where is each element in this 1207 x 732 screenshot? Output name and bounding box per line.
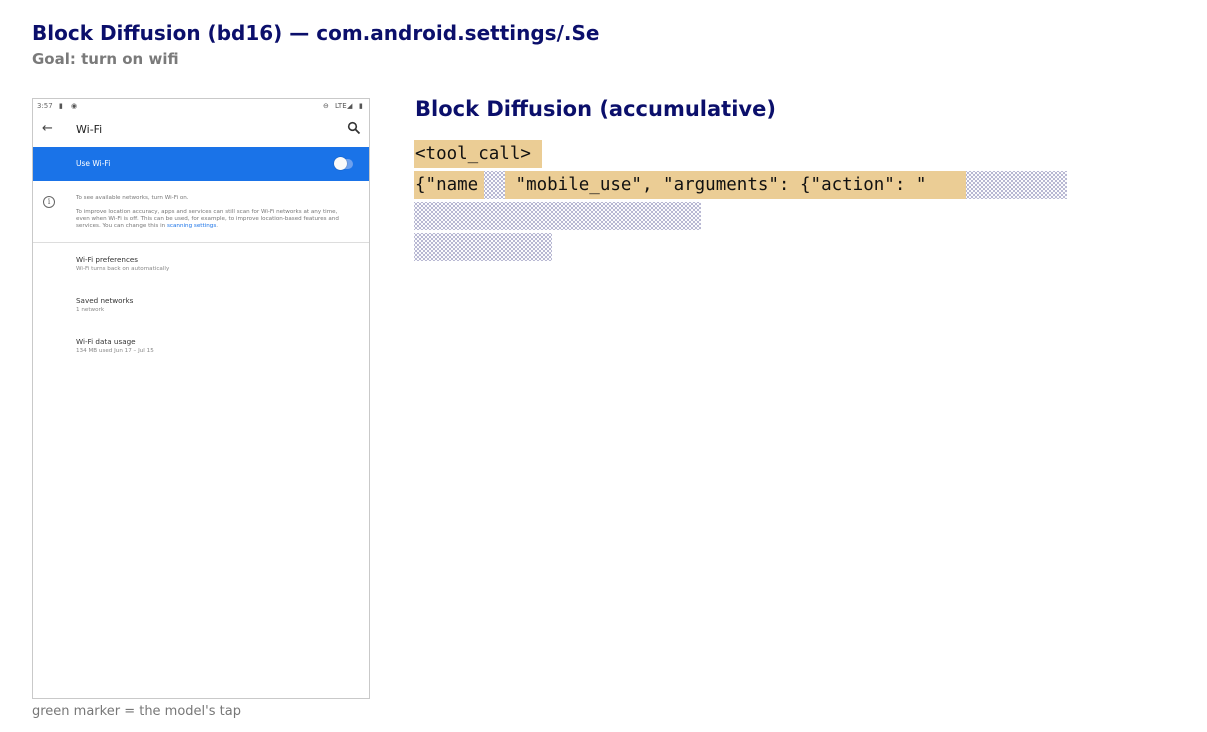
masked-token — [414, 202, 701, 230]
footnote: green marker = the model's tap — [32, 704, 241, 719]
data-saver-icon: ◉ — [71, 102, 78, 110]
use-wifi-label: Use Wi-Fi — [76, 159, 111, 168]
info-line-1: To see available networks, turn Wi-Fi on… — [76, 195, 189, 201]
list-item-title: Wi-Fi preferences — [76, 255, 139, 264]
wifi-info-section: i To see available networks, turn Wi-Fi … — [33, 181, 369, 243]
info-text-end: . — [216, 223, 219, 229]
wifi-toggle[interactable] — [334, 157, 347, 170]
use-wifi-row[interactable]: Use Wi-Fi — [33, 147, 369, 181]
phone-screenshot: 3:57 ▮ ◉ ⊖ LTE ◢ ▮ ← Wi-Fi Use Wi-Fi i T… — [32, 98, 370, 699]
panel-title: Block Diffusion (accumulative) — [415, 97, 776, 121]
token-mobile-use-args: "mobile_use", "arguments": {"action": " — [505, 171, 966, 199]
list-item-title: Wi-Fi data usage — [76, 337, 136, 346]
masked-token — [966, 171, 1067, 199]
back-arrow-icon[interactable]: ← — [42, 121, 53, 136]
status-time: 3:57 — [37, 102, 53, 110]
sd-card-icon: ▮ — [59, 102, 63, 110]
token-name: {"name — [414, 171, 484, 199]
token-tool-call: <tool_call> — [414, 140, 542, 168]
signal-icon: ◢ — [347, 102, 353, 110]
masked-token — [484, 171, 505, 199]
battery-icon: ▮ — [359, 102, 363, 110]
app-bar: ← Wi-Fi — [33, 113, 369, 147]
list-item-subtitle: 134 MB used Jun 17 – Jul 15 — [76, 348, 154, 354]
app-bar-title: Wi-Fi — [76, 123, 103, 136]
list-item-subtitle: Wi-Fi turns back on automatically — [76, 266, 170, 272]
list-item-subtitle: 1 network — [76, 307, 105, 313]
goal-text: Goal: turn on wifi — [32, 50, 179, 68]
info-line-2: To improve location accuracy, apps and s… — [76, 209, 351, 230]
list-item-title: Saved networks — [76, 296, 134, 305]
list-item-saved-networks[interactable]: Saved networks 1 network — [76, 296, 356, 313]
status-bar: 3:57 ▮ ◉ ⊖ LTE ◢ ▮ — [33, 99, 369, 113]
scanning-settings-link[interactable]: scanning settings — [167, 223, 216, 229]
dnd-icon: ⊖ — [323, 102, 329, 110]
list-item-wifi-data-usage[interactable]: Wi-Fi data usage 134 MB used Jun 17 – Ju… — [76, 337, 356, 354]
masked-token — [414, 233, 552, 261]
search-icon[interactable] — [347, 121, 361, 135]
list-item-wifi-preferences[interactable]: Wi-Fi preferences Wi-Fi turns back on au… — [76, 255, 356, 272]
page-title: Block Diffusion (bd16) — com.android.set… — [32, 21, 600, 45]
network-type: LTE — [335, 102, 347, 110]
info-icon: i — [43, 196, 55, 208]
